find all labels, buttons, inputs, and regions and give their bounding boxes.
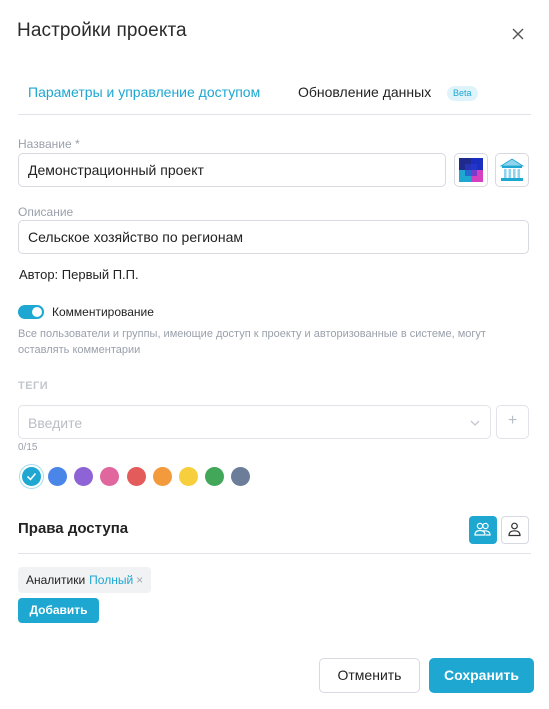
add-access-button[interactable]: Добавить [18,598,99,623]
access-chip: Аналитики Полный × [18,567,152,593]
dialog-title: Настройки проекта [17,20,187,41]
commenting-hint: Все пользователи и группы, имеющие досту… [18,328,486,356]
tab-bar: Параметры и управление доступом Обновлен… [18,74,531,115]
museum-icon [499,158,525,181]
check-icon [26,472,37,481]
color-swatch[interactable] [19,464,44,489]
description-label: Описание [18,205,74,219]
remove-chip-icon[interactable]: × [136,573,143,587]
chip-role[interactable]: Полный [89,573,133,587]
description-input[interactable]: Сельское хозяйство по регионам [18,220,529,254]
color-swatch[interactable] [231,467,250,486]
user-icon [508,522,521,537]
name-label: Название * [18,137,80,151]
chip-name: Аналитики [26,573,86,587]
beta-badge: Beta [447,86,478,101]
color-swatch[interactable] [179,467,198,486]
chevron-down-icon [470,420,480,426]
tags-counter: 0/15 [18,442,38,453]
color-swatch[interactable] [74,467,93,486]
color-swatch[interactable] [48,467,67,486]
cancel-button[interactable]: Отменить [319,658,420,693]
tab-parameters[interactable]: Параметры и управление доступом [28,84,260,100]
save-button[interactable]: Сохранить [429,658,534,693]
author-text: Автор: Первый П.П. [19,267,139,282]
divider [18,553,531,554]
group-view-button[interactable] [469,516,497,544]
color-swatch[interactable] [153,467,172,486]
tags-placeholder: Введите [28,415,83,431]
close-icon[interactable] [507,23,529,45]
tags-input[interactable]: Введите [18,405,491,439]
tab-data-update[interactable]: Обновление данных [298,84,431,100]
name-input[interactable]: Демонстрационный проект [18,153,446,187]
group-icon [474,522,491,536]
museum-button[interactable] [495,153,529,187]
color-swatch[interactable] [127,467,146,486]
access-title: Права доступа [18,520,129,537]
add-tag-button[interactable]: + [496,405,529,439]
palette-icon [459,158,483,182]
project-settings-dialog: Настройки проекта Параметры и управление… [0,0,549,709]
commenting-toggle[interactable] [18,305,44,319]
color-swatch[interactable] [205,467,224,486]
plus-icon: + [507,412,518,429]
palette-button[interactable] [454,153,488,187]
user-view-button[interactable] [501,516,529,544]
tags-title: ТЕГИ [18,380,49,392]
color-swatch[interactable] [100,467,119,486]
commenting-label: Комментирование [52,305,154,319]
